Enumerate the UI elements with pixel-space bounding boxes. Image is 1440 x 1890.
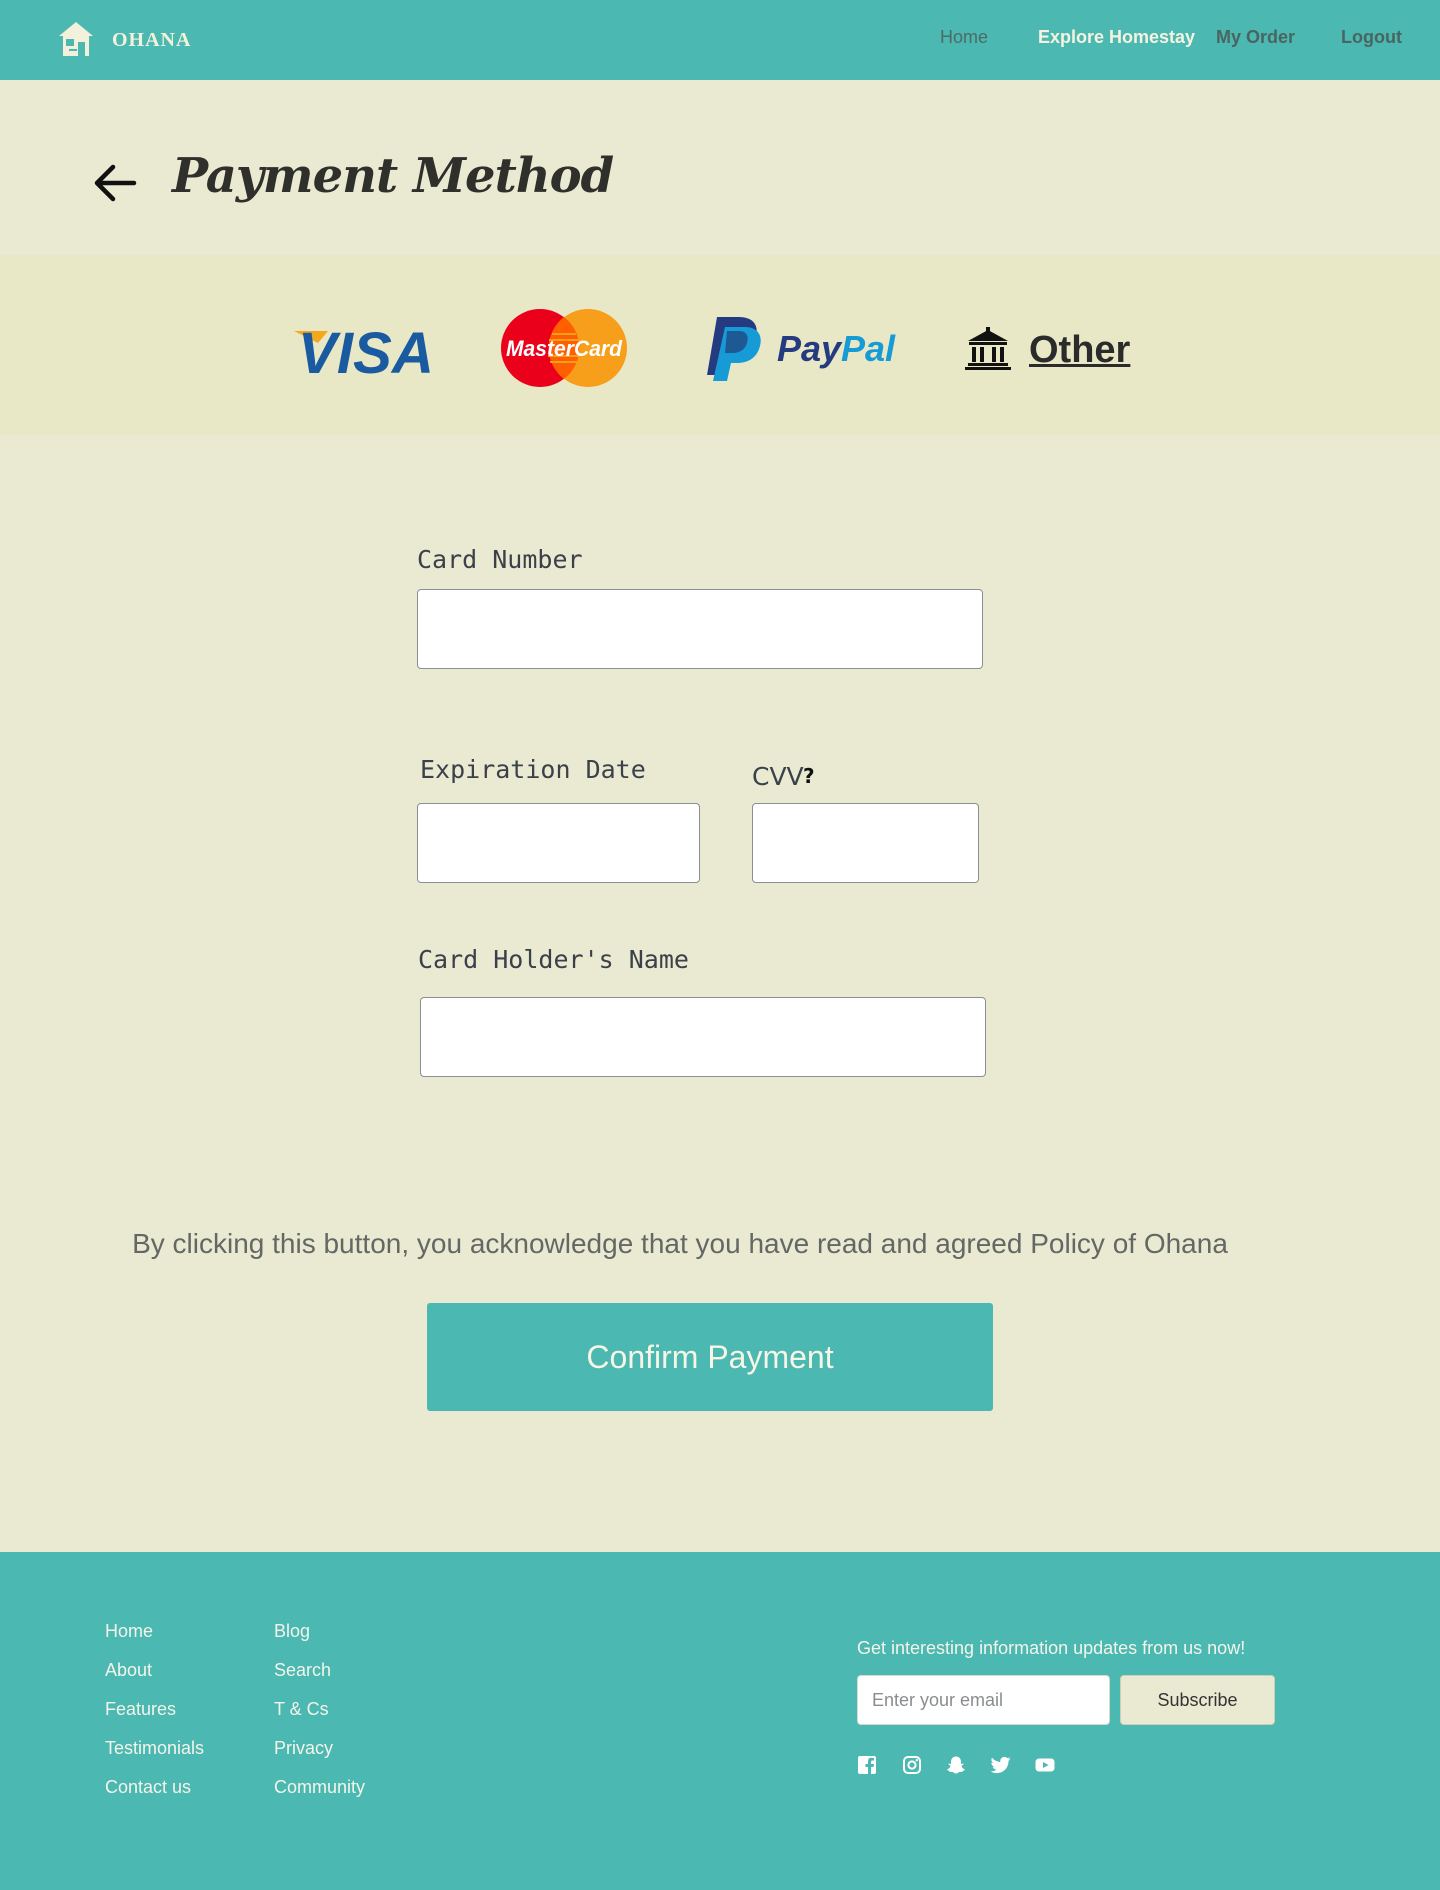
confirm-payment-button[interactable]: Confirm Payment [427, 1303, 993, 1411]
footer-link-community[interactable]: Community [274, 1777, 365, 1798]
nav-my-order-link[interactable]: My Order [1216, 27, 1295, 48]
instagram-icon[interactable] [902, 1755, 922, 1775]
paypal-pal-text: Pal [841, 328, 896, 369]
snapchat-icon[interactable] [946, 1755, 966, 1775]
top-navbar: OHANA Home Explore Homestay My Order Log… [0, 0, 1440, 80]
page-title: Payment Method [172, 148, 614, 204]
footer-link-privacy[interactable]: Privacy [274, 1738, 333, 1759]
card-number-label: Card Number [417, 545, 583, 574]
footer: Home About Features Testimonials Contact… [0, 1552, 1440, 1890]
other-payment-option[interactable]: Other [965, 325, 1135, 375]
house-logo-icon[interactable] [57, 20, 95, 58]
brand-name[interactable]: OHANA [112, 29, 191, 52]
paypal-pay-text: Pay [777, 328, 843, 369]
card-holder-name-input[interactable] [420, 997, 986, 1077]
back-arrow-icon[interactable] [92, 160, 138, 206]
cvv-label: CVV [752, 762, 804, 791]
footer-link-testimonials[interactable]: Testimonials [105, 1738, 204, 1759]
mastercard-logo-text: MasterCard [506, 336, 623, 361]
payment-methods-band: VISA MasterCard Pay Pal Other [0, 255, 1440, 435]
footer-link-about[interactable]: About [105, 1660, 152, 1681]
visa-logo-text: VISA [298, 323, 434, 377]
expiration-date-input[interactable] [417, 803, 700, 883]
footer-link-search[interactable]: Search [274, 1660, 331, 1681]
paypal-option[interactable]: Pay Pal [703, 313, 909, 381]
cvv-help-icon[interactable]: ? [803, 764, 815, 788]
nav-logout-link[interactable]: Logout [1341, 27, 1402, 48]
facebook-icon[interactable] [857, 1755, 877, 1775]
twitter-icon[interactable] [991, 1755, 1011, 1775]
card-number-input[interactable] [417, 589, 983, 669]
footer-link-features[interactable]: Features [105, 1699, 176, 1720]
visa-option[interactable]: VISA [292, 323, 438, 377]
youtube-icon[interactable] [1035, 1755, 1055, 1775]
nav-explore-homestay-link[interactable]: Explore Homestay [1038, 27, 1195, 48]
footer-link-terms[interactable]: T & Cs [274, 1699, 329, 1720]
cvv-input[interactable] [752, 803, 979, 883]
nav-home-link[interactable]: Home [940, 27, 988, 48]
expiration-date-label: Expiration Date [420, 755, 646, 784]
footer-link-home[interactable]: Home [105, 1621, 153, 1642]
policy-agreement-text: By clicking this button, you acknowledge… [132, 1228, 1228, 1259]
bank-icon [965, 327, 1011, 370]
newsletter-email-input[interactable] [857, 1675, 1110, 1725]
newsletter-text: Get interesting information updates from… [857, 1638, 1246, 1658]
mastercard-option[interactable]: MasterCard [500, 308, 628, 388]
card-holder-name-label: Card Holder's Name [418, 945, 689, 974]
subscribe-button[interactable]: Subscribe [1120, 1675, 1275, 1725]
footer-link-contact-us[interactable]: Contact us [105, 1777, 191, 1798]
other-payment-label[interactable]: Other [1029, 329, 1130, 372]
footer-link-blog[interactable]: Blog [274, 1621, 310, 1642]
